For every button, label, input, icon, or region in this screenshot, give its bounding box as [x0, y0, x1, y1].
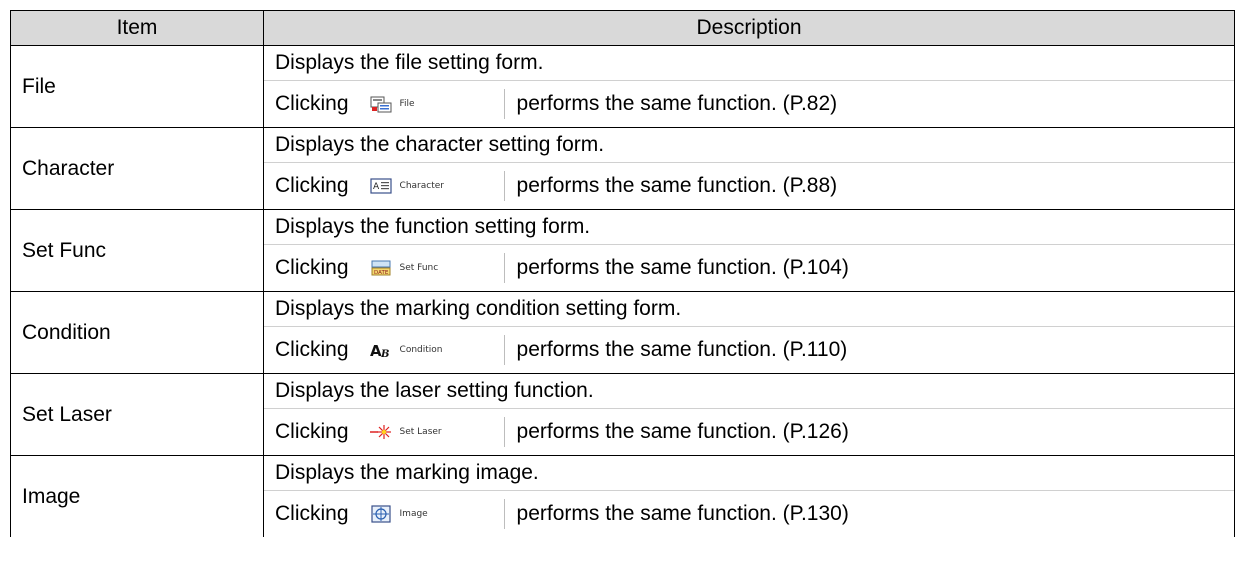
clicking-word: Clicking [275, 256, 349, 279]
item-cell: Set Laser [10, 373, 264, 456]
file-toolbar-button[interactable]: File [359, 89, 505, 119]
button-label: Character [399, 181, 444, 191]
table-row: Condition Displays the marking condition… [10, 291, 1235, 374]
function-note: performs the same function. (P.110) [516, 338, 848, 361]
set-laser-toolbar-button[interactable]: Set Laser [359, 417, 505, 447]
button-label: Set Func [399, 263, 439, 273]
description-cell: Displays the laser setting function. Cli… [263, 373, 1235, 456]
clicking-line: Clicking Set Laser performs the same fun… [264, 409, 1234, 455]
file-form-icon [370, 95, 392, 113]
table-row: File Displays the file setting form. Cli… [10, 45, 1235, 128]
item-cell: Character [10, 127, 264, 210]
button-label: Condition [399, 345, 443, 355]
table-row: Image Displays the marking image. Clicki… [10, 455, 1235, 537]
description-text: Displays the character setting form. [264, 128, 1234, 163]
description-cell: Displays the function setting form. Clic… [263, 209, 1235, 292]
function-description-table: Item Description File Displays the file … [10, 10, 1235, 537]
header-description: Description [263, 10, 1235, 46]
button-label: Set Laser [399, 427, 442, 437]
clicking-line: Clicking File performs the same function… [264, 81, 1234, 127]
description-text: Displays the file setting form. [264, 46, 1234, 81]
function-note: performs the same function. (P.130) [516, 502, 849, 525]
clicking-word: Clicking [275, 174, 349, 197]
header-row: Item Description [10, 10, 1235, 46]
image-crosshair-icon [370, 505, 392, 523]
laser-burst-icon [369, 423, 392, 441]
item-cell: Set Func [10, 209, 264, 292]
set-func-toolbar-button[interactable]: DATE Set Func [359, 253, 505, 283]
clicking-word: Clicking [275, 92, 349, 115]
clicking-line: Clicking A B Condition performs the same… [264, 327, 1234, 373]
button-label: Image [399, 509, 428, 519]
character-toolbar-button[interactable]: A Character [359, 171, 505, 201]
svg-text:A: A [373, 182, 380, 192]
description-cell: Displays the character setting form. Cli… [263, 127, 1235, 210]
item-cell: Condition [10, 291, 264, 374]
description-text: Displays the marking condition setting f… [264, 292, 1234, 327]
clicking-line: Clicking A Character performs the same f… [264, 163, 1234, 209]
table-row: Set Func Displays the function setting f… [10, 209, 1235, 292]
clicking-word: Clicking [275, 420, 349, 443]
function-note: performs the same function. (P.104) [516, 256, 849, 279]
svg-text:B: B [380, 349, 389, 359]
table-row: Set Laser Displays the laser setting fun… [10, 373, 1235, 456]
description-cell: Displays the marking image. Clicking Ima… [263, 455, 1235, 537]
table-row: Character Displays the character setting… [10, 127, 1235, 210]
description-text: Displays the function setting form. [264, 210, 1234, 245]
item-cell: File [10, 45, 264, 128]
clicking-line: Clicking Image performs the same functio… [264, 491, 1234, 537]
description-cell: Displays the file setting form. Clicking [263, 45, 1235, 128]
button-label: File [399, 99, 415, 109]
description-text: Displays the laser setting function. [264, 374, 1234, 409]
clicking-line: Clicking DATE Set Func performs the same… [264, 245, 1234, 291]
clicking-word: Clicking [275, 502, 349, 525]
item-cell: Image [10, 455, 264, 537]
character-form-icon: A [369, 177, 392, 195]
description-text: Displays the marking image. [264, 456, 1234, 491]
function-note: performs the same function. (P.88) [516, 174, 838, 197]
header-item: Item [10, 10, 264, 46]
svg-text:DATE: DATE [374, 270, 389, 276]
clicking-word: Clicking [275, 338, 349, 361]
function-note: performs the same function. (P.82) [516, 92, 838, 115]
condition-toolbar-button[interactable]: A B Condition [359, 335, 505, 365]
date-function-icon: DATE [370, 259, 392, 277]
function-note: performs the same function. (P.126) [516, 420, 849, 443]
image-toolbar-button[interactable]: Image [359, 499, 505, 529]
ab-condition-icon: A B [370, 341, 392, 359]
description-cell: Displays the marking condition setting f… [263, 291, 1235, 374]
